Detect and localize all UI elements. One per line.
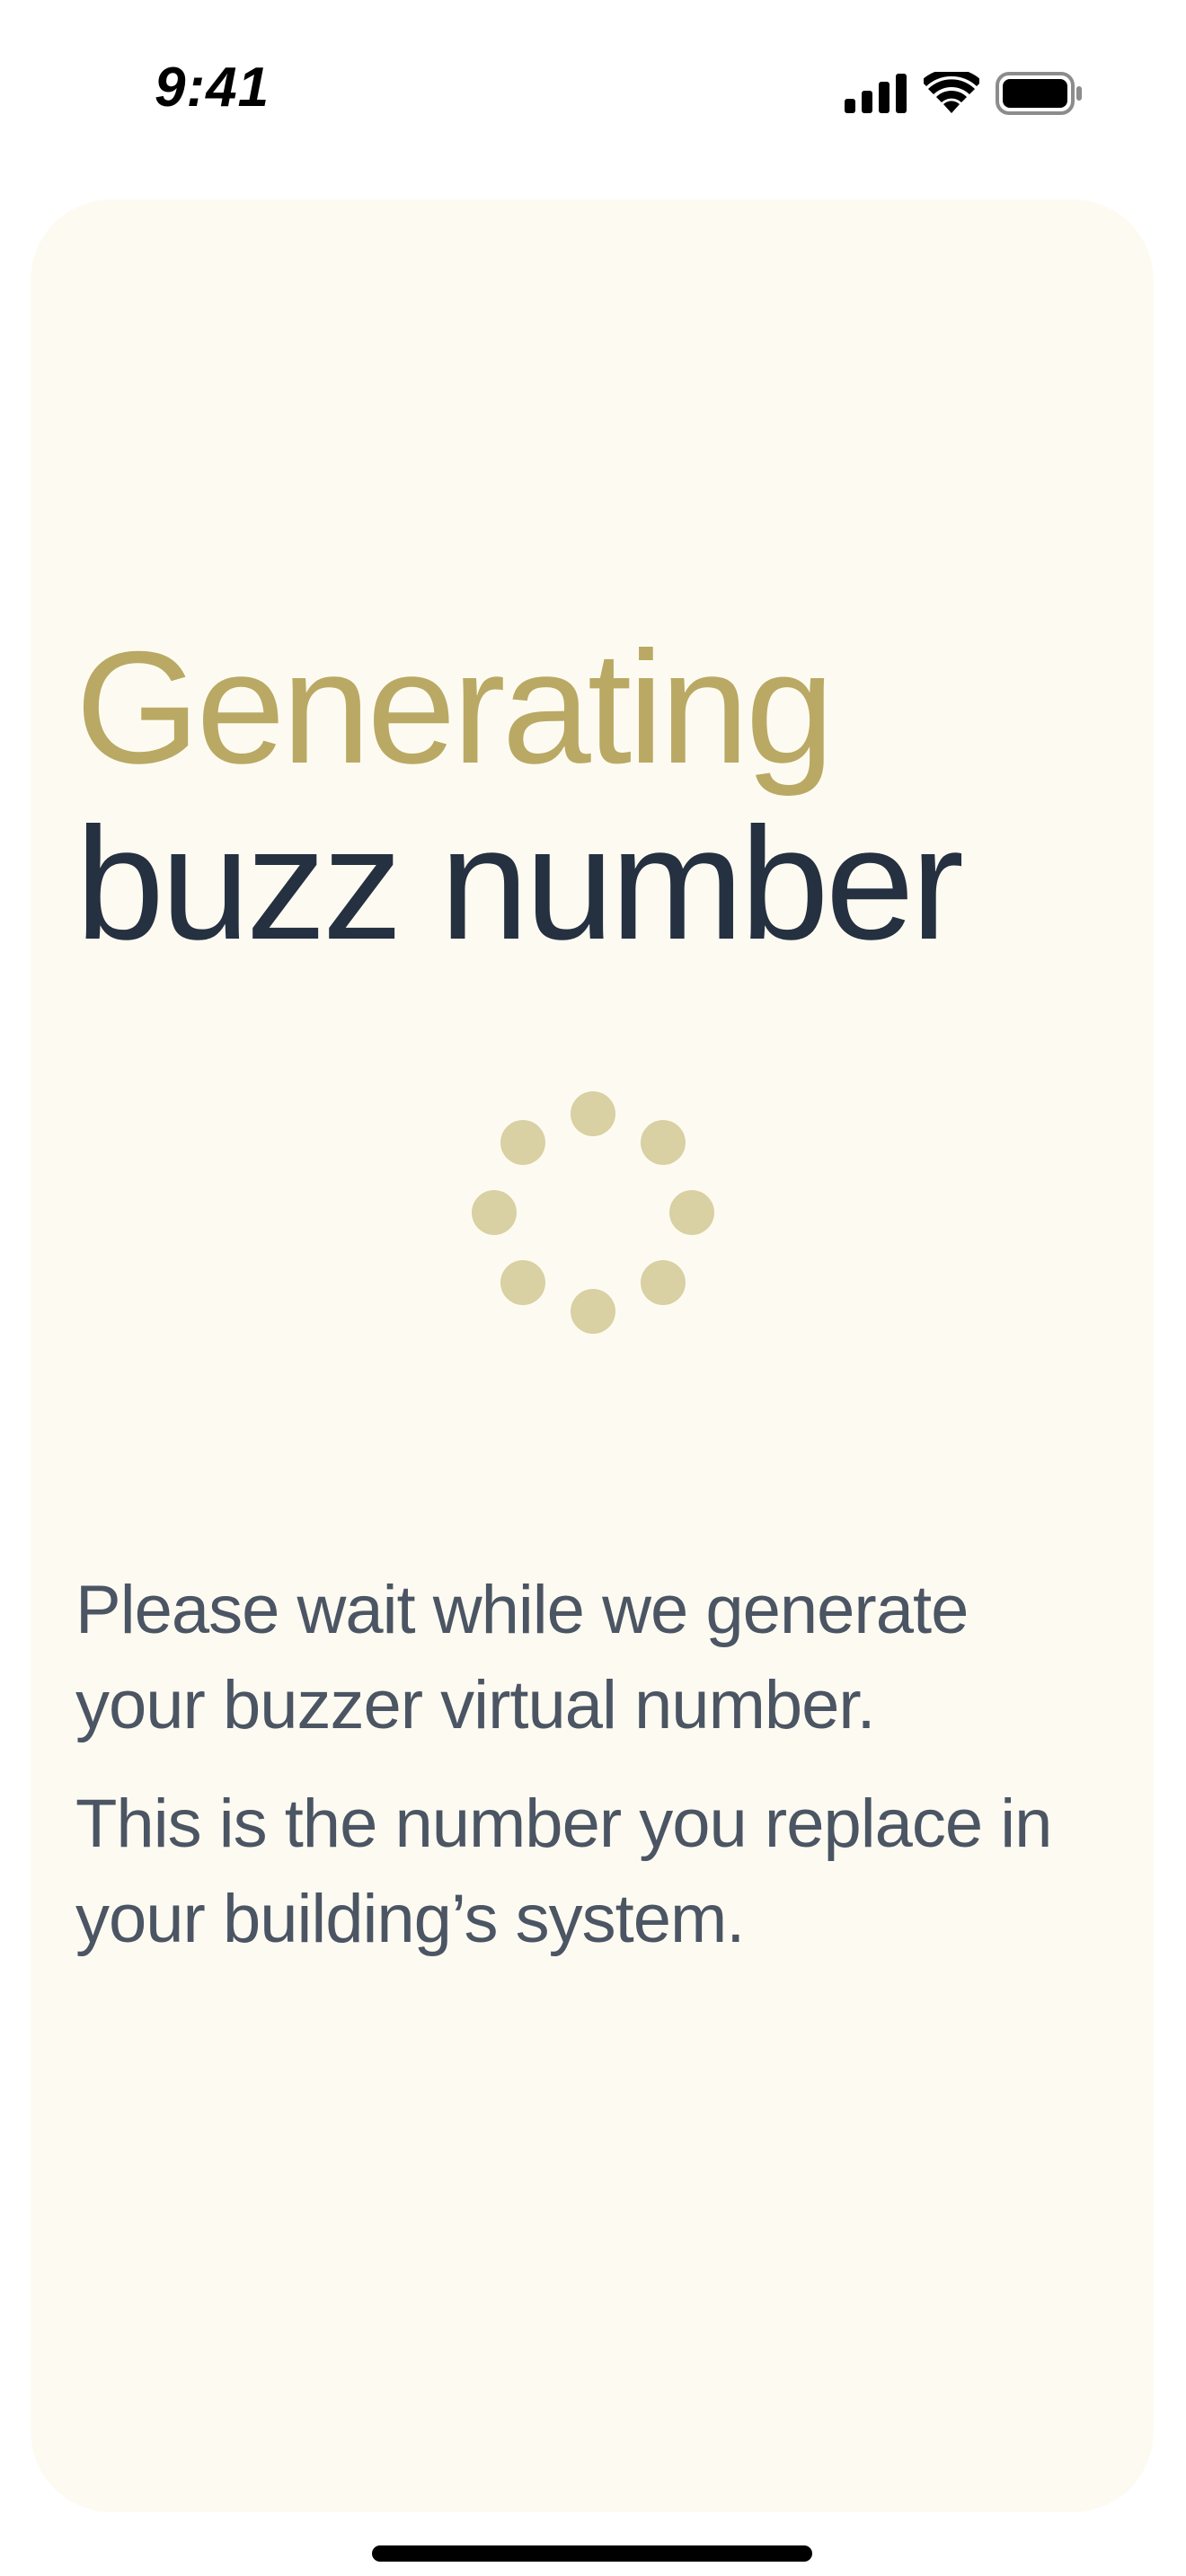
status-bar: 9:41 [0, 0, 1186, 180]
battery-icon [996, 72, 1082, 115]
loading-spinner-icon [472, 1091, 714, 1334]
wifi-icon [924, 72, 979, 113]
page-title: Generating buzz number [75, 618, 964, 973]
description-wait: Please wait while we generate your buzze… [75, 1572, 969, 1743]
spinner-dot [571, 1091, 615, 1136]
cellular-signal-icon [845, 74, 907, 113]
status-time: 9:41 [155, 57, 270, 119]
title-highlight: Generating [75, 618, 835, 797]
description: Please wait while we generate your buzze… [75, 1563, 1100, 1990]
spinner-dot [472, 1190, 517, 1235]
home-indicator[interactable] [372, 2545, 812, 2562]
spinner-dot [641, 1260, 686, 1305]
spinner-dot [500, 1260, 545, 1305]
description-replace: This is the number you replace in your b… [75, 1786, 1052, 1957]
spinner-dot [571, 1289, 615, 1334]
screen: 9:41 Generating buzz number Please wait … [0, 0, 1186, 2576]
spinner-dot [641, 1120, 686, 1165]
spinner-dot [500, 1120, 545, 1165]
status-icons [845, 68, 1096, 119]
spinner-dot [669, 1190, 714, 1235]
title-rest: buzz number [75, 794, 964, 973]
